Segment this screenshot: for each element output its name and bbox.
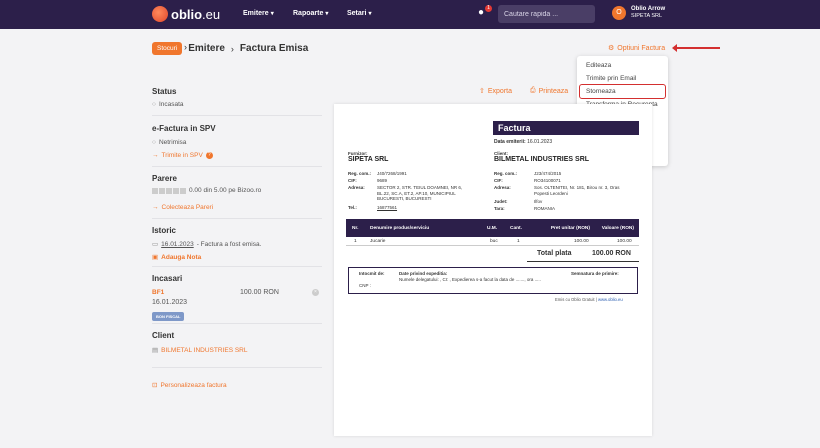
nav-emitere[interactable]: Emitere ▾ — [243, 10, 274, 17]
help-icon[interactable]: ? — [205, 152, 213, 159]
shipping-box: Intocmit de: CNP : Date privind expediti… — [348, 267, 638, 294]
print-button[interactable]: ⎙ Printeaza — [530, 87, 568, 95]
chevron-down-icon: ▾ — [368, 11, 372, 17]
review-title: Parere — [152, 174, 177, 183]
chevron-down-icon: ▾ — [270, 11, 274, 17]
gear-icon: ⚙ — [608, 45, 615, 52]
notification-badge: 1 — [485, 5, 492, 12]
invoice-options-button[interactable]: ⚙ Optiuni Factura — [608, 44, 665, 53]
star-icon — [159, 187, 165, 194]
menu-item-storneaza[interactable]: Storneaza — [579, 84, 666, 99]
building-icon: ▤ — [152, 347, 159, 354]
arrow-right-icon: → — [152, 204, 159, 211]
notifications-button[interactable]: ● 1 — [478, 5, 492, 21]
invoice-footer: Emis cu Oblio Gratuit | www.oblio.eu — [555, 297, 623, 302]
collect-reviews-link[interactable]: → Colecteaza Pareri — [152, 204, 213, 211]
star-icon — [152, 187, 158, 194]
upload-icon: ⇧ — [479, 88, 485, 95]
check-circle-icon: ○ — [152, 101, 156, 108]
chevron-down-icon: ▾ — [325, 11, 329, 17]
user-group-icon: ● — [478, 7, 485, 18]
note-icon: ▭ — [152, 241, 159, 248]
breadcrumb: Stocuri Emitere › Factura Emisa — [152, 42, 308, 55]
export-button[interactable]: ⇧ Exporta — [479, 87, 512, 96]
status-title: Status — [152, 87, 177, 96]
oblio-logo[interactable]: oblio.eu — [152, 6, 220, 22]
edit-icon: ⊡ — [152, 382, 158, 389]
menu-item-editeaza[interactable]: Editeaza — [577, 59, 668, 72]
client-title: Client — [152, 331, 175, 340]
payment-type-badge: BON FISCAL — [152, 312, 185, 321]
avatar: O — [612, 5, 626, 20]
efactura-status: ○ Netrimisa — [152, 139, 187, 146]
invoice-title: Factura — [493, 121, 639, 135]
send-spv-link[interactable]: → Trimite in SPV? — [152, 152, 213, 159]
payment-amount: 100.00 RON — [240, 289, 279, 296]
items-table-header: Nr. Denumire produs/serviciu U.M. Cant. … — [346, 219, 639, 237]
payments-title: Incasari — [152, 274, 183, 283]
breadcrumb-separator: › — [184, 42, 187, 52]
table-row: 1 Jucarie buc 1 100.00 100.00 — [346, 238, 639, 246]
invoice-date: Data emiterii: 16.01.2023 — [494, 139, 553, 145]
breadcrumb-separator: › — [230, 43, 234, 54]
annotation-arrow — [672, 44, 720, 52]
rating-stars — [152, 187, 186, 194]
user-menu[interactable]: O Oblio Arrow SIPETA SRL — [612, 5, 665, 20]
breadcrumb-stocuri[interactable]: Stocuri — [152, 42, 183, 55]
logo-mark-icon — [152, 6, 168, 22]
remove-payment-icon[interactable]: × — [312, 289, 319, 296]
star-icon — [166, 187, 172, 194]
payment-date: 16.01.2023 — [152, 299, 188, 306]
client-link[interactable]: ▤ BILMETAL INDUSTRIES SRL — [152, 346, 247, 355]
note-add-icon: ▣ — [152, 254, 159, 261]
total-value: 100.00 RON — [592, 250, 631, 257]
user-company: SIPETA SRL — [631, 13, 663, 19]
menu-item-trimite-email[interactable]: Trimite prin Email — [577, 72, 668, 85]
page-title: Factura Emisa — [239, 43, 309, 54]
info-circle-icon: ○ — [152, 139, 156, 146]
payment-doc-link[interactable]: BF1 — [152, 289, 164, 296]
client-name: BILMETAL INDUSTRIES SRL — [494, 156, 590, 163]
nav-setari[interactable]: Setari ▾ — [347, 10, 371, 17]
status-value: ○ Incasata — [152, 101, 184, 108]
top-navbar: oblio.eu Emitere ▾ Rapoarte ▾ Setari ▾ ● 1 … — [0, 0, 820, 29]
invoice-preview: Factura Data emiterii: 16.01.2023 Furniz… — [334, 104, 652, 436]
efactura-title: e-Factura in SPV — [152, 124, 216, 133]
quick-search-input[interactable] — [498, 5, 595, 23]
total-label: Total plata — [537, 250, 572, 257]
arrow-right-icon: → — [152, 152, 159, 159]
supplier-name: SIPETA SRL — [348, 156, 389, 163]
user-name: Oblio Arrow — [631, 6, 666, 12]
add-note-button[interactable]: ▣ Adauga Nota — [152, 253, 201, 262]
printer-icon: ⎙ — [530, 87, 536, 94]
history-title: Istoric — [152, 226, 177, 235]
nav-rapoarte[interactable]: Rapoarte ▾ — [293, 10, 328, 17]
history-entry: ▭ 16.01.2023- Factura a fost emisa. — [152, 240, 262, 249]
customize-invoice-link[interactable]: ⊡ Personalizeaza factura — [152, 381, 227, 390]
star-icon — [173, 187, 179, 194]
breadcrumb-emitere[interactable]: Emitere — [188, 43, 225, 54]
star-icon — [180, 187, 186, 194]
review-score: 0.00 din 5.00 pe Bizoo.ro — [152, 187, 261, 194]
